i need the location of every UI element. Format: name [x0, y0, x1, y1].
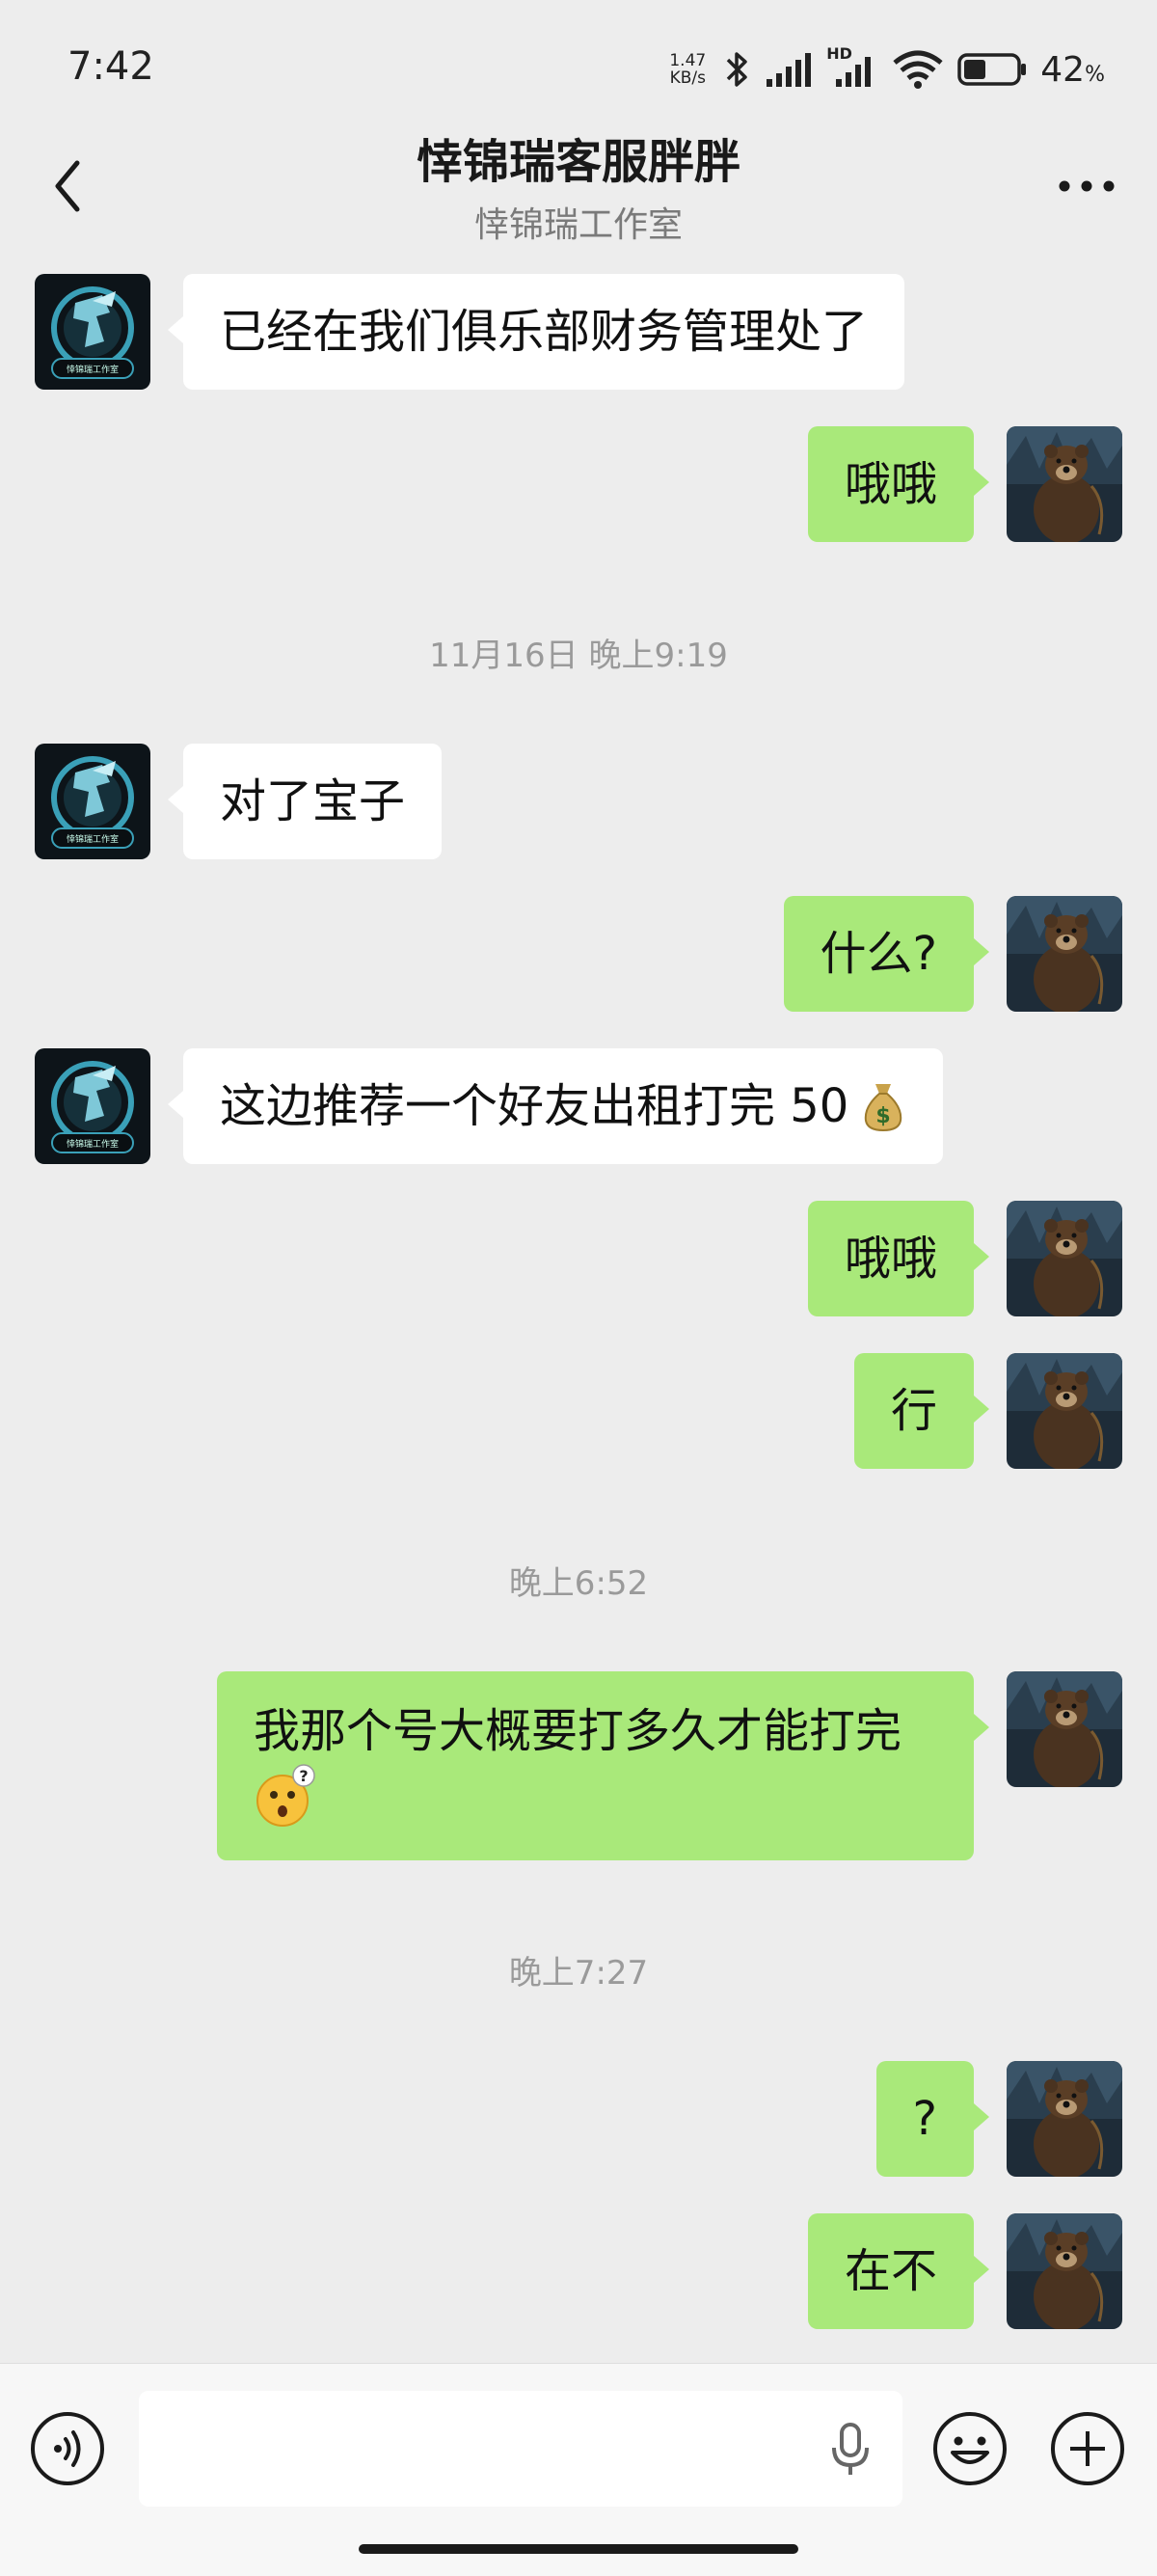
- message-list[interactable]: 悻锦瑞工作室 已经在我们俱乐部财务管理处了 哦哦 11月16日 晚上9:19 悻…: [0, 251, 1157, 2363]
- money-bag-icon: $: [865, 1084, 902, 1132]
- hd-signal: HD: [826, 44, 878, 91]
- message-text: 这边推荐一个好友出租打完 50: [220, 1079, 849, 1133]
- avatar-logo-text: 悻锦瑞工作室: [66, 366, 119, 375]
- avatar-self[interactable]: [1007, 2213, 1122, 2329]
- message-row: 哦哦: [0, 403, 1157, 548]
- message-text: ?: [912, 2092, 937, 2146]
- avatar-logo-text: 悻锦瑞工作室: [66, 1140, 119, 1150]
- message-row: 悻锦瑞工作室 对了宝子: [0, 720, 1157, 865]
- message-row: 哦哦: [0, 1178, 1157, 1322]
- message-text: 哦哦: [844, 457, 937, 511]
- microphone-icon: [832, 2423, 869, 2475]
- message-row: 什么?: [0, 873, 1157, 1017]
- chat-title: 悻锦瑞客服胖胖: [416, 135, 740, 189]
- message-text: 哦哦: [844, 1232, 937, 1286]
- emoji-button[interactable]: [931, 2410, 1009, 2487]
- message-bubble-incoming[interactable]: 已经在我们俱乐部财务管理处了: [167, 274, 905, 390]
- message-text: 在不: [844, 2244, 937, 2298]
- network-speed-unit: KB/s: [669, 68, 706, 88]
- message-row: 行: [0, 1330, 1157, 1475]
- chat-header: 悻锦瑞客服胖胖 悻锦瑞工作室: [0, 116, 1157, 251]
- avatar-self[interactable]: [1007, 896, 1122, 1012]
- emoji-icon: [933, 2412, 1007, 2485]
- avatar-other[interactable]: 悻锦瑞工作室: [35, 1048, 150, 1164]
- timestamp: 11月16日 晚上9:19: [429, 637, 728, 675]
- battery-icon: [957, 53, 1027, 86]
- plus-icon: [1051, 2412, 1124, 2485]
- message-bubble-outgoing[interactable]: 哦哦: [807, 426, 990, 542]
- avatar-self[interactable]: [1007, 1671, 1122, 1787]
- message-text: 行: [890, 1384, 937, 1438]
- svg-text:?: ?: [299, 1767, 308, 1785]
- message-row: ?: [0, 2038, 1157, 2183]
- message-bubble-outgoing[interactable]: ?: [875, 2061, 990, 2177]
- message-row: 在不: [0, 2190, 1157, 2335]
- confused-face-icon: ?: [256, 1764, 315, 1827]
- chat-title-block: 悻锦瑞客服胖胖 悻锦瑞工作室: [193, 123, 964, 247]
- more-button[interactable]: [1043, 152, 1130, 220]
- bluetooth-icon: [727, 52, 748, 87]
- message-bubble-outgoing[interactable]: 哦哦: [807, 1201, 990, 1316]
- voice-icon: [31, 2412, 104, 2485]
- avatar-self[interactable]: [1007, 2061, 1122, 2177]
- avatar-self[interactable]: [1007, 426, 1122, 542]
- message-bubble-outgoing[interactable]: 我那个号大概要打多久才能打完 ?: [217, 1671, 989, 1860]
- message-row: 我那个号大概要打多久才能打完 ?: [0, 1648, 1157, 1860]
- status-time: 7:42: [67, 44, 154, 89]
- battery-percentage-unit: %: [1085, 62, 1105, 87]
- message-text: 已经在我们俱乐部财务管理处了: [220, 305, 869, 359]
- message-bubble-outgoing[interactable]: 在不: [807, 2213, 990, 2329]
- message-text: 我那个号大概要打多久才能打完: [254, 1704, 902, 1758]
- signal-icon: [767, 53, 812, 87]
- network-speed: 1.47 KB/s: [664, 52, 711, 87]
- message-input[interactable]: [139, 2391, 902, 2507]
- timestamp: 晚上6:52: [508, 1564, 649, 1603]
- home-indicator[interactable]: [359, 2544, 798, 2554]
- avatar-logo-text: 悻锦瑞工作室: [66, 835, 119, 845]
- timestamp: 晚上7:27: [508, 1954, 649, 1993]
- message-bubble-incoming[interactable]: 对了宝子: [167, 744, 443, 859]
- plus-button[interactable]: [1049, 2410, 1126, 2487]
- chat-subtitle: 悻锦瑞工作室: [473, 205, 683, 245]
- wifi-icon: [893, 50, 943, 89]
- message-text: 对了宝子: [220, 774, 406, 828]
- message-bubble-incoming[interactable]: 这边推荐一个好友出租打完 50 $: [167, 1048, 944, 1164]
- chevron-left-icon: [55, 160, 80, 212]
- status-icons: 1.47 KB/s HD 42%: [664, 42, 1105, 96]
- avatar-self[interactable]: [1007, 1201, 1122, 1316]
- battery-percentage-value: 42: [1040, 49, 1086, 90]
- message-bubble-outgoing[interactable]: 什么?: [783, 896, 990, 1012]
- avatar-other[interactable]: 悻锦瑞工作室: [35, 744, 150, 859]
- avatar-other[interactable]: 悻锦瑞工作室: [35, 274, 150, 390]
- signal-icon: [836, 57, 872, 87]
- message-text: 什么?: [820, 927, 937, 981]
- status-bar: 7:42 1.47 KB/s HD 42%: [0, 0, 1157, 135]
- microphone-button[interactable]: [820, 2416, 881, 2483]
- more-dots-icon: [1059, 180, 1115, 192]
- svg-text:$: $: [876, 1104, 891, 1128]
- message-bubble-outgoing[interactable]: 行: [853, 1353, 990, 1469]
- message-row: 悻锦瑞工作室 这边推荐一个好友出租打完 50 $: [0, 1025, 1157, 1170]
- voice-toggle-button[interactable]: [29, 2410, 106, 2487]
- back-button[interactable]: [39, 152, 96, 220]
- battery-percentage: 42%: [1040, 50, 1105, 90]
- network-speed-value: 1.47: [669, 51, 707, 70]
- message-row: 悻锦瑞工作室 已经在我们俱乐部财务管理处了: [0, 251, 1157, 395]
- avatar-self[interactable]: [1007, 1353, 1122, 1469]
